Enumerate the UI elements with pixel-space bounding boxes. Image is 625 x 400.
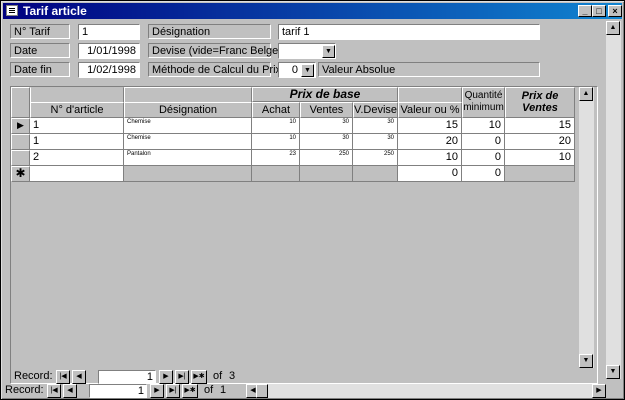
cell-achat[interactable]: 10 (252, 134, 300, 150)
form-record-navigator: Record: |◀ ◀ 1 ▶ ▶| ▶✱ of 1 (5, 384, 245, 400)
scroll-down-icon[interactable]: ▼ (606, 365, 620, 379)
cell-ventes[interactable]: 30 (300, 134, 353, 150)
cell-prix[interactable]: 20 (505, 134, 575, 150)
subform-vertical-scrollbar[interactable]: ▲ ▼ (579, 87, 594, 368)
cell-quantite[interactable]: 0 (462, 150, 505, 166)
cell-vdevise[interactable]: 30 (353, 118, 398, 134)
last-record-icon[interactable]: ▶| (166, 384, 180, 398)
title-bar[interactable]: Tarif article _ □ × (3, 3, 622, 19)
cell-prix-new (505, 166, 575, 182)
col-achat-header[interactable]: Achat (252, 102, 300, 118)
of-label: of (204, 384, 214, 396)
maximize-button[interactable]: □ (592, 5, 606, 17)
form-horizontal-scrollbar[interactable]: ◀ ▶ (246, 384, 606, 398)
close-button[interactable]: × (608, 5, 622, 17)
scroll-up-icon[interactable]: ▲ (579, 87, 593, 101)
row-selector[interactable] (11, 150, 30, 166)
cell-vdevise[interactable]: 250 (353, 150, 398, 166)
header-corner (11, 87, 30, 118)
new-record-icon[interactable]: ▶✱ (191, 370, 207, 384)
cell-designation[interactable]: Pantalon (124, 150, 252, 166)
cell-article[interactable]: 2 (30, 150, 124, 166)
minimize-button[interactable]: _ (578, 5, 592, 17)
record-total: 3 (229, 370, 236, 382)
cell-article-new[interactable] (30, 166, 124, 182)
first-record-icon[interactable]: |◀ (47, 384, 61, 398)
cell-prix[interactable]: 10 (505, 150, 575, 166)
row-selector-current[interactable]: ▶ (11, 118, 30, 134)
record-total: 1 (220, 384, 227, 396)
designation-field[interactable]: tarif 1 (278, 24, 540, 40)
cell-article[interactable]: 1 (30, 134, 124, 150)
date-fin-field[interactable]: 1/02/1998 (78, 62, 140, 78)
num-tarif-field[interactable]: 1 (78, 24, 140, 40)
col-ventes-header[interactable]: Ventes (300, 102, 353, 118)
chevron-down-icon[interactable]: ▼ (301, 64, 314, 77)
tarif-lines-subform: Prix de base N° d'article Désignation Ac… (10, 86, 598, 384)
cell-quantite[interactable]: 10 (462, 118, 505, 134)
chevron-down-icon[interactable]: ▼ (322, 45, 335, 58)
scroll-up-icon[interactable]: ▲ (606, 21, 620, 35)
record-label: Record: (5, 384, 44, 396)
new-record-icon[interactable]: ▶✱ (182, 384, 198, 398)
last-record-icon[interactable]: ▶| (175, 370, 189, 384)
cell-vdevise-new (353, 166, 398, 182)
scroll-down-icon[interactable]: ▼ (579, 354, 593, 368)
cell-prix[interactable]: 15 (505, 118, 575, 134)
prev-record-icon[interactable]: ◀ (72, 370, 86, 384)
prix-de-base-header: Prix de base (252, 87, 398, 102)
record-number-input[interactable]: 1 (89, 384, 147, 398)
devise-label: Devise (vide=Franc Belge) (148, 43, 282, 58)
cell-vdevise[interactable]: 30 (353, 134, 398, 150)
of-label: of (213, 370, 223, 382)
cell-achat[interactable]: 10 (252, 118, 300, 134)
cell-ventes[interactable]: 30 (300, 118, 353, 134)
cell-quantite-new[interactable]: 0 (462, 166, 505, 182)
scroll-right-icon[interactable]: ▶ (592, 384, 606, 398)
col-valeur-header[interactable]: Valeur ou % (398, 102, 462, 118)
cell-ventes-new (300, 166, 353, 182)
next-record-icon[interactable]: ▶ (159, 370, 173, 384)
prev-record-icon[interactable]: ◀ (63, 384, 77, 398)
col-prix-header[interactable]: Prix de Ventes (505, 87, 575, 118)
cell-valeur[interactable]: 15 (398, 118, 462, 134)
cell-valeur[interactable]: 20 (398, 134, 462, 150)
first-record-icon[interactable]: |◀ (56, 370, 70, 384)
cell-designation[interactable]: Chemise (124, 134, 252, 150)
new-row-selector[interactable]: ✱ (11, 166, 30, 182)
form-icon (6, 5, 18, 16)
row-selector[interactable] (11, 134, 30, 150)
next-record-icon[interactable]: ▶ (150, 384, 164, 398)
cell-ventes[interactable]: 250 (300, 150, 353, 166)
cell-valeur[interactable]: 10 (398, 150, 462, 166)
col-quantite-header[interactable]: Quantité minimum (462, 87, 505, 118)
col-article-header[interactable]: N° d'article (30, 102, 124, 118)
date-fin-label: Date fin (10, 62, 70, 77)
cell-designation[interactable]: Chemise (124, 118, 252, 134)
methode-label: Méthode de Calcul du Prix (148, 62, 281, 77)
scroll-thumb[interactable] (256, 384, 268, 398)
col-designation-header[interactable]: Désignation (124, 102, 252, 118)
cell-quantite[interactable]: 0 (462, 134, 505, 150)
date-field[interactable]: 1/01/1998 (78, 43, 140, 59)
cell-article[interactable]: 1 (30, 118, 124, 134)
form-vertical-scrollbar[interactable]: ▲ ▼ (606, 21, 621, 379)
num-tarif-label: N° Tarif (10, 24, 70, 39)
cell-achat-new (252, 166, 300, 182)
date-label: Date (10, 43, 70, 58)
cell-valeur-new[interactable]: 0 (398, 166, 462, 182)
designation-label: Désignation (148, 24, 271, 39)
cell-achat[interactable]: 23 (252, 150, 300, 166)
methode-text: Valeur Absolue (318, 62, 540, 77)
col-vdevise-header[interactable]: V.Devise (353, 102, 398, 118)
record-number-input[interactable]: 1 (98, 370, 156, 384)
cell-designation-new (124, 166, 252, 182)
record-label: Record: (14, 370, 53, 382)
window-title: Tarif article (23, 4, 87, 18)
form-window: Tarif article _ □ × N° Tarif 1 Désignati… (0, 0, 625, 400)
